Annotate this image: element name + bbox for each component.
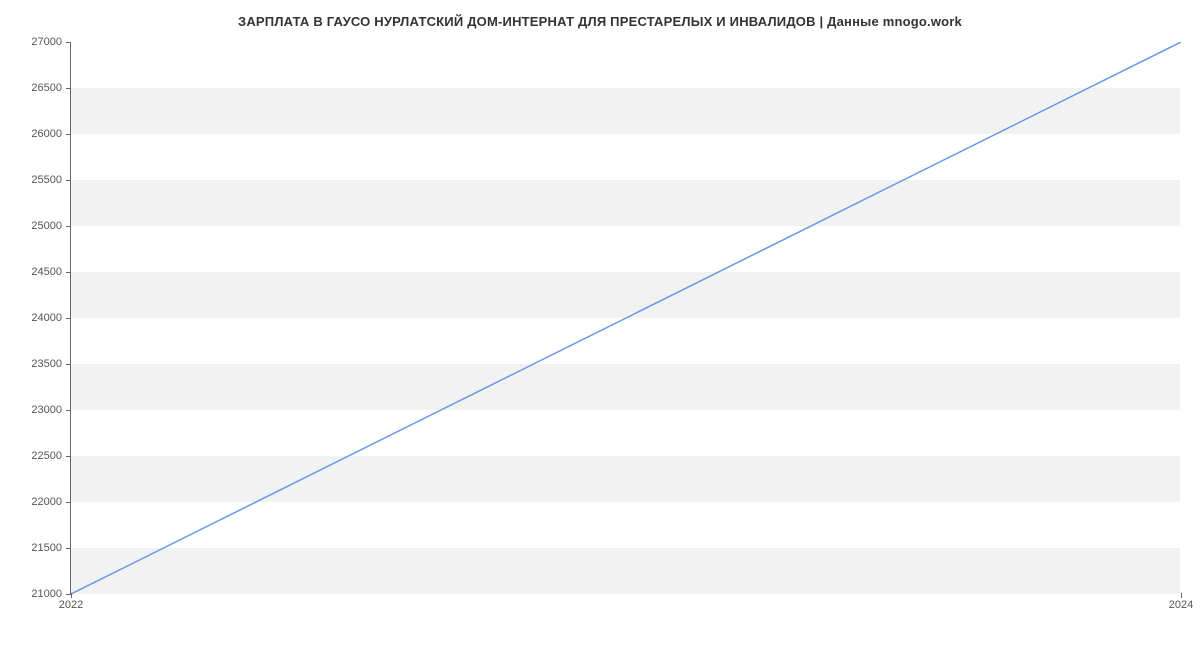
y-tick-label: 22500 [12, 450, 62, 462]
y-tick-label: 25000 [12, 220, 62, 232]
y-tick-label: 21000 [12, 588, 62, 600]
plot-area: 2100021500220002250023000235002400024500… [70, 42, 1180, 594]
y-tick-mark [66, 318, 71, 319]
y-tick-label: 24500 [12, 266, 62, 278]
y-tick-label: 25500 [12, 174, 62, 186]
y-tick-mark [66, 272, 71, 273]
grid-band [71, 364, 1180, 410]
y-tick-label: 26000 [12, 128, 62, 140]
y-tick-mark [66, 456, 71, 457]
grid-band [71, 180, 1180, 226]
chart-title: ЗАРПЛАТА В ГАУСО НУРЛАТСКИЙ ДОМ-ИНТЕРНАТ… [0, 0, 1200, 29]
y-tick-mark [66, 180, 71, 181]
y-tick-label: 26500 [12, 82, 62, 94]
y-tick-label: 22000 [12, 496, 62, 508]
x-tick-mark [71, 593, 72, 598]
y-tick-mark [66, 548, 71, 549]
grid-band [71, 88, 1180, 134]
x-tick-label: 2024 [1169, 599, 1193, 611]
y-tick-label: 23500 [12, 358, 62, 370]
y-tick-mark [66, 364, 71, 365]
y-tick-mark [66, 410, 71, 411]
y-tick-mark [66, 42, 71, 43]
y-tick-label: 27000 [12, 36, 62, 48]
y-tick-label: 23000 [12, 404, 62, 416]
y-tick-mark [66, 226, 71, 227]
x-tick-mark [1181, 593, 1182, 598]
chart-container: 2100021500220002250023000235002400024500… [70, 42, 1180, 594]
x-tick-label: 2022 [59, 599, 83, 611]
y-tick-label: 24000 [12, 312, 62, 324]
grid-band [71, 456, 1180, 502]
grid-band [71, 272, 1180, 318]
y-tick-mark [66, 134, 71, 135]
y-tick-mark [66, 88, 71, 89]
y-tick-mark [66, 502, 71, 503]
grid-band [71, 548, 1180, 594]
y-tick-label: 21500 [12, 542, 62, 554]
